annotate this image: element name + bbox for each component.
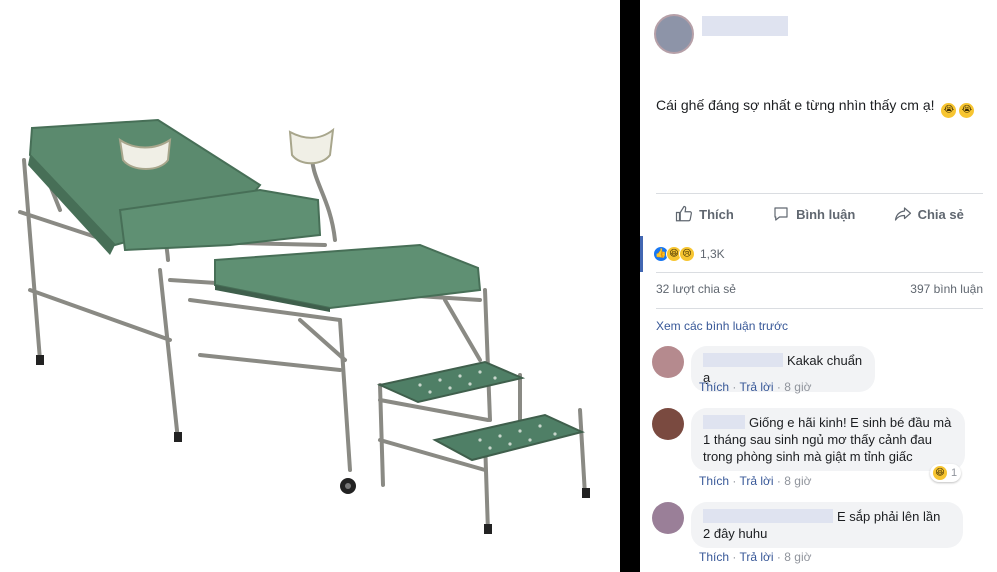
comment-meta: Thích · Trả lời · 8 giờ (699, 380, 811, 394)
comment-reaction-count: 1 (951, 467, 958, 479)
share-label: Chia sẻ (917, 206, 964, 222)
like-button[interactable]: Thích (675, 205, 734, 223)
commenter-name-redacted[interactable] (703, 353, 783, 367)
post-photo[interactable] (0, 0, 620, 572)
post-header (654, 14, 984, 58)
separator: · (732, 550, 737, 564)
reaction-count: 1,3K (700, 247, 725, 261)
comment-reply-link[interactable]: Trả lời (739, 550, 773, 564)
separator: · (776, 474, 781, 488)
comment-count[interactable]: 397 bình luận (910, 282, 983, 296)
divider (656, 193, 983, 194)
crying-face-icon: 😭 (959, 103, 975, 118)
comment-meta: Thích · Trả lời · 8 giờ (699, 474, 811, 488)
view-previous-comments-link[interactable]: Xem các bình luận trước (656, 319, 788, 333)
comment-like-link[interactable]: Thích (699, 474, 729, 488)
crying-face-icon: 😭 (941, 103, 957, 118)
comment-reply-link[interactable]: Trả lời (739, 380, 773, 394)
comment-bubble: Giống e hãi kinh! E sinh bé đầu mà 1 thá… (691, 408, 965, 471)
comment-reaction-pill[interactable]: 😆 1 (930, 464, 962, 482)
thumbs-up-icon (676, 205, 693, 222)
comment-button[interactable]: Bình luận (772, 205, 855, 223)
comment-label: Bình luận (796, 206, 856, 222)
comment-bubble: E sắp phải lên lần 2 đây huhu (691, 502, 963, 548)
sad-icon: 😢 (679, 246, 695, 262)
commenter-avatar[interactable] (652, 502, 684, 534)
delivery-chair-illustration (18, 118, 590, 534)
haha-icon: 😆 (932, 465, 948, 481)
commenter-name-redacted[interactable] (703, 415, 745, 429)
comment-icon (774, 207, 788, 221)
comment-time: 8 giờ (784, 550, 812, 564)
comment-meta: Thích · Trả lời · 8 giờ (699, 550, 811, 564)
post-actions: Thích Bình luận Chia sẻ (656, 196, 983, 232)
post-text-content: Cái ghế đáng sợ nhất e từng nhìn thấy cm… (656, 97, 935, 113)
divider (656, 272, 983, 273)
share-arrow-icon (894, 207, 911, 221)
commenter-avatar[interactable] (652, 346, 684, 378)
comment-reply-link[interactable]: Trả lời (739, 474, 773, 488)
comment-time: 8 giờ (784, 474, 812, 488)
share-count[interactable]: 32 lượt chia sẻ (656, 282, 736, 296)
comment-like-link[interactable]: Thích (699, 550, 729, 564)
comment-time: 8 giờ (784, 380, 812, 394)
separator: · (776, 380, 781, 394)
divider (656, 308, 983, 309)
photo-viewer: Cái ghế đáng sợ nhất e từng nhìn thấy cm… (0, 0, 997, 572)
comment-like-link[interactable]: Thích (699, 380, 729, 394)
author-avatar[interactable] (654, 14, 694, 54)
author-name-redacted[interactable] (702, 16, 788, 36)
post-side-panel: Cái ghế đáng sợ nhất e từng nhìn thấy cm… (640, 0, 997, 572)
separator: · (776, 550, 781, 564)
commenter-avatar[interactable] (652, 408, 684, 440)
separator: · (732, 380, 737, 394)
post-text: Cái ghế đáng sợ nhất e từng nhìn thấy cm… (656, 96, 986, 118)
share-button[interactable]: Chia sẻ (894, 205, 964, 223)
post-stats: 32 lượt chia sẻ 397 bình luận (656, 282, 983, 296)
reaction-summary[interactable]: 👍 😆 😢 1,3K (640, 236, 997, 272)
commenter-name-redacted[interactable] (703, 509, 833, 523)
like-label: Thích (699, 206, 734, 222)
separator: · (732, 474, 737, 488)
